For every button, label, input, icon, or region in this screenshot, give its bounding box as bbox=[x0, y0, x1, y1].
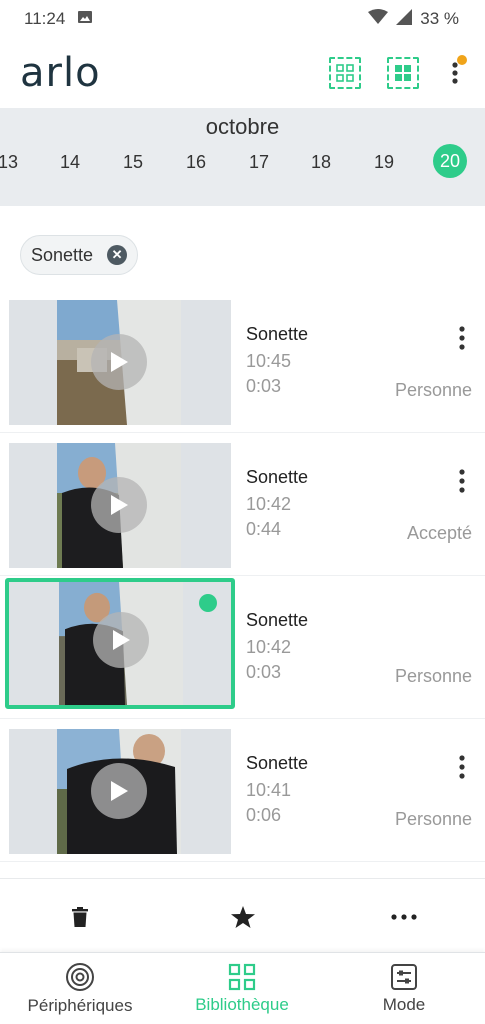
play-button[interactable] bbox=[91, 763, 147, 819]
recording-status: Personne bbox=[394, 809, 472, 829]
nav-devices[interactable]: Périphériques bbox=[0, 953, 160, 1024]
recording-duration: 0:44 bbox=[246, 519, 282, 539]
favorite-button[interactable] bbox=[229, 905, 257, 929]
nav-mode[interactable]: Mode bbox=[324, 953, 484, 1024]
play-icon bbox=[111, 495, 128, 515]
recording-time: 10:42 bbox=[246, 494, 292, 514]
large-grid-view-button[interactable] bbox=[387, 57, 419, 89]
nav-mode-label: Mode bbox=[382, 995, 426, 1014]
selection-action-bar bbox=[0, 878, 485, 952]
filter-chip[interactable]: Sonette ✕ bbox=[20, 235, 139, 275]
small-grid-view-button[interactable] bbox=[329, 57, 361, 89]
recording-duration: 0:03 bbox=[246, 376, 282, 396]
recording-item[interactable]: Sonette 10:41 0:06 Personne bbox=[0, 719, 485, 862]
status-time: 11:24 bbox=[24, 9, 66, 28]
month-label: octobre bbox=[205, 114, 280, 139]
play-icon bbox=[113, 630, 130, 650]
recording-item-selected[interactable]: Sonette 10:42 0:03 Personne bbox=[0, 576, 485, 719]
recording-status: Personne bbox=[394, 380, 472, 400]
item-menu-button[interactable] bbox=[452, 322, 472, 354]
day-19[interactable]: 19 bbox=[367, 152, 401, 173]
more-vertical-icon bbox=[459, 469, 465, 493]
recording-time: 10:45 bbox=[246, 351, 292, 371]
nav-library-label: Bibliothèque bbox=[195, 995, 289, 1014]
recording-status: Personne bbox=[394, 666, 472, 686]
more-vertical-icon bbox=[459, 326, 465, 350]
grid-large-icon bbox=[395, 65, 411, 81]
remove-filter-icon[interactable]: ✕ bbox=[107, 245, 128, 265]
more-horizontal-icon bbox=[391, 914, 417, 920]
play-button[interactable] bbox=[91, 334, 147, 390]
day-strip: 13 14 15 16 17 18 19 20 bbox=[0, 140, 485, 190]
item-menu-button[interactable] bbox=[452, 751, 472, 783]
notification-dot bbox=[457, 55, 467, 65]
trash-icon bbox=[72, 907, 88, 927]
bottom-navigation: Périphériques Bibliothèque Mode bbox=[0, 952, 485, 1024]
recording-item[interactable]: Sonette 10:45 0:03 Personne bbox=[0, 290, 485, 433]
play-button[interactable] bbox=[93, 612, 149, 668]
mode-sliders-icon bbox=[391, 964, 417, 990]
day-13[interactable]: 13 bbox=[0, 152, 25, 173]
devices-icon bbox=[66, 963, 94, 991]
app-header: arlo bbox=[0, 38, 485, 108]
day-18[interactable]: 18 bbox=[304, 152, 338, 173]
day-17[interactable]: 17 bbox=[242, 152, 276, 173]
nav-devices-label: Périphériques bbox=[27, 996, 133, 1015]
recording-thumbnail[interactable] bbox=[9, 300, 231, 425]
arlo-logo: arlo bbox=[20, 50, 101, 96]
filter-chip-label: Sonette bbox=[31, 244, 94, 265]
recording-duration: 0:06 bbox=[246, 805, 282, 825]
signal-icon bbox=[396, 8, 413, 30]
overflow-menu-button[interactable] bbox=[445, 55, 467, 89]
recording-time: 10:42 bbox=[246, 637, 292, 657]
wifi-icon bbox=[368, 8, 389, 30]
more-actions-button[interactable] bbox=[390, 905, 418, 929]
recording-duration: 0:03 bbox=[246, 662, 282, 682]
recording-status: Accepté bbox=[406, 523, 472, 543]
play-icon bbox=[111, 352, 128, 372]
more-vertical-icon bbox=[452, 62, 458, 84]
recording-thumbnail[interactable] bbox=[9, 729, 231, 854]
day-20-selected[interactable]: 20 bbox=[433, 144, 467, 178]
item-menu-button[interactable] bbox=[452, 465, 472, 497]
recording-title: Sonette bbox=[246, 324, 309, 344]
play-button[interactable] bbox=[91, 477, 147, 533]
gallery-notification-icon bbox=[77, 9, 93, 30]
nav-library[interactable]: Bibliothèque bbox=[162, 953, 322, 1024]
recording-title: Sonette bbox=[246, 467, 309, 487]
more-vertical-icon bbox=[459, 755, 465, 779]
play-icon bbox=[111, 781, 128, 801]
star-icon bbox=[231, 906, 255, 928]
delete-button[interactable] bbox=[66, 905, 94, 929]
recording-thumbnail[interactable] bbox=[9, 443, 231, 568]
date-selector: octobre 13 14 15 16 17 18 19 20 bbox=[0, 108, 485, 206]
day-15[interactable]: 15 bbox=[116, 152, 150, 173]
day-16[interactable]: 16 bbox=[179, 152, 213, 173]
day-14[interactable]: 14 bbox=[53, 152, 87, 173]
selected-indicator bbox=[199, 594, 217, 612]
status-bar: 11:24 33 % bbox=[0, 0, 485, 38]
recording-title: Sonette bbox=[246, 610, 309, 630]
recording-thumbnail[interactable] bbox=[5, 578, 235, 709]
recording-time: 10:41 bbox=[246, 780, 292, 800]
recording-title: Sonette bbox=[246, 753, 309, 773]
battery-level: 33 % bbox=[420, 9, 459, 28]
library-grid-icon bbox=[228, 963, 256, 991]
grid-small-icon bbox=[336, 64, 354, 82]
recordings-list: Sonette 10:45 0:03 Personne Sonette 10:4… bbox=[0, 290, 485, 862]
recording-item[interactable]: Sonette 10:42 0:44 Accepté bbox=[0, 433, 485, 576]
